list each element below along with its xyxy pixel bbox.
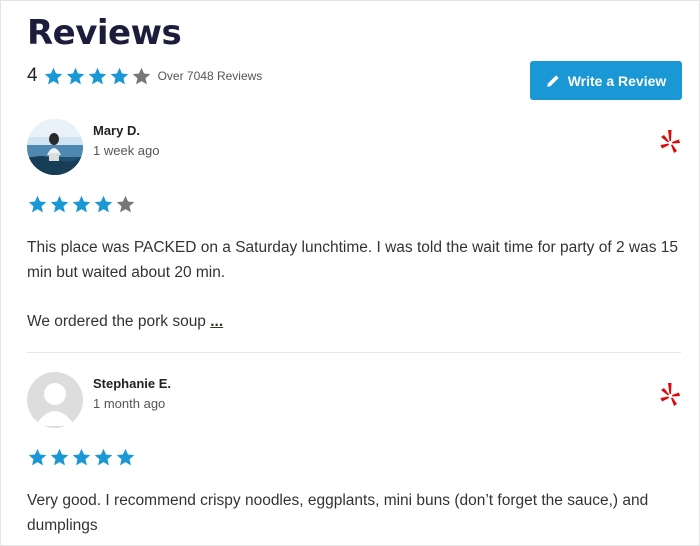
star-filled-icon	[93, 447, 114, 468]
page-title: Reviews	[27, 13, 182, 53]
review-text: Very good. I recommend crispy noodles, e…	[27, 492, 649, 534]
review-stars	[27, 194, 137, 215]
star-filled-icon	[115, 447, 136, 468]
review-text: This place was PACKED on a Saturday lunc…	[27, 239, 679, 281]
star-empty-icon	[115, 194, 136, 215]
review-author[interactable]: Mary D.	[93, 123, 140, 138]
review-card: Mary D. 1 week ago This place was PACKED…	[27, 119, 681, 339]
write-review-button[interactable]: Write a Review	[530, 61, 682, 100]
write-review-label: Write a Review	[567, 72, 667, 89]
star-filled-icon	[49, 447, 70, 468]
star-filled-icon	[27, 194, 48, 215]
divider	[27, 352, 681, 353]
star-filled-icon	[109, 66, 130, 87]
yelp-icon[interactable]	[659, 382, 681, 408]
star-filled-icon	[71, 194, 92, 215]
review-date: 1 week ago	[93, 143, 160, 158]
star-filled-icon	[93, 194, 114, 215]
review-count: Over 7048 Reviews	[157, 69, 263, 83]
review-date: 1 month ago	[93, 396, 166, 411]
review-text-continued: We ordered the pork soup ...	[27, 313, 224, 330]
star-filled-icon	[43, 66, 64, 87]
reviews-widget: Reviews 4 Over 7048 Reviews Write a Revi…	[0, 0, 700, 546]
star-filled-icon	[27, 447, 48, 468]
star-filled-icon	[87, 66, 108, 87]
review-stars	[27, 447, 137, 468]
review-card: Stephanie E. 1 month ago Very good. I re…	[27, 372, 681, 542]
read-more-link[interactable]: ...	[210, 313, 223, 330]
avatar[interactable]	[27, 372, 83, 428]
pencil-icon	[547, 74, 559, 87]
avatar[interactable]	[27, 119, 83, 175]
average-rating: 4	[27, 65, 38, 86]
star-filled-icon	[71, 447, 92, 468]
yelp-icon[interactable]	[659, 129, 681, 155]
summary-stars	[43, 66, 153, 87]
star-empty-icon	[131, 66, 152, 87]
review-author[interactable]: Stephanie E.	[93, 376, 171, 391]
star-filled-icon	[65, 66, 86, 87]
star-filled-icon	[49, 194, 70, 215]
rating-summary: 4 Over 7048 Reviews	[27, 65, 262, 87]
